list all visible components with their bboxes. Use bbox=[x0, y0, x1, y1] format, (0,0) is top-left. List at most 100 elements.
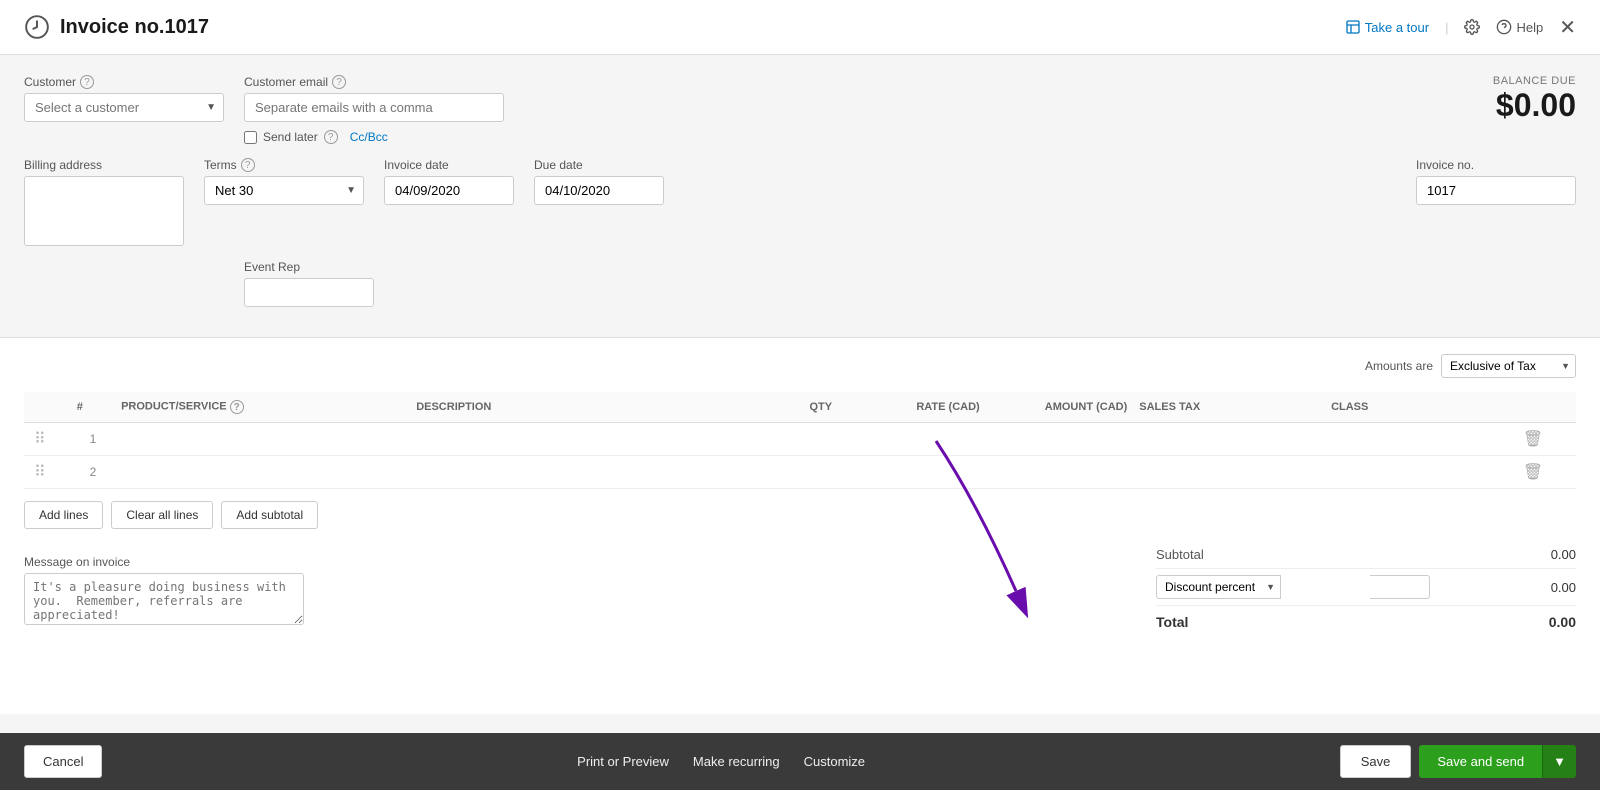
table-row: ⠿ 1 🗑 bbox=[24, 423, 1576, 456]
discount-select-wrap: Discount percent Discount value ▼ bbox=[1156, 575, 1281, 599]
amounts-select[interactable]: Exclusive of Tax Inclusive of Tax Out of… bbox=[1441, 354, 1576, 378]
customer-email-help-icon[interactable]: ? bbox=[332, 75, 346, 89]
discount-input[interactable] bbox=[1370, 575, 1430, 599]
clear-all-lines-button[interactable]: Clear all lines bbox=[111, 501, 213, 529]
amounts-row: Amounts are Exclusive of Tax Inclusive o… bbox=[24, 354, 1576, 378]
tax-input-2[interactable] bbox=[1139, 463, 1319, 481]
customer-label: Customer ? bbox=[24, 75, 224, 89]
event-rep-label: Event Rep bbox=[244, 260, 374, 274]
save-button[interactable]: Save bbox=[1340, 745, 1412, 778]
amount-input-1[interactable] bbox=[992, 430, 1128, 448]
product-input-2[interactable] bbox=[121, 463, 404, 481]
settings-button[interactable] bbox=[1464, 19, 1480, 35]
due-date-input[interactable] bbox=[534, 176, 664, 205]
footer-right: Save Save and send ▼ bbox=[1340, 745, 1576, 778]
amount-cell bbox=[986, 423, 1134, 456]
amount-input-2[interactable] bbox=[992, 463, 1128, 481]
header-right: Take a tour | Help ✕ bbox=[1345, 15, 1576, 40]
th-rate: RATE (CAD) bbox=[838, 392, 986, 423]
rate-cell bbox=[838, 423, 986, 456]
description-input-1[interactable] bbox=[416, 430, 729, 448]
invoice-table: # PRODUCT/SERVICE ? DESCRIPTION QTY RATE… bbox=[24, 392, 1576, 489]
customer-field-group: Customer ? ▼ bbox=[24, 75, 224, 122]
product-help-icon[interactable]: ? bbox=[230, 400, 244, 414]
tax-input-1[interactable] bbox=[1139, 430, 1319, 448]
message-textarea[interactable] bbox=[24, 573, 304, 625]
drag-handle-cell: ⠿ bbox=[24, 423, 71, 456]
billing-address-field-group: Billing address bbox=[24, 158, 184, 246]
table-header: # PRODUCT/SERVICE ? DESCRIPTION QTY RATE… bbox=[24, 392, 1576, 423]
cancel-button[interactable]: Cancel bbox=[24, 745, 102, 778]
total-value: 0.00 bbox=[1549, 614, 1576, 630]
footer-left: Cancel bbox=[24, 745, 102, 778]
form-row-bottom: Billing address Terms ? Net 30 Net 15 Ne… bbox=[24, 158, 1576, 246]
delete-cell: 🗑 bbox=[1517, 423, 1576, 456]
th-qty: QTY bbox=[735, 392, 838, 423]
customer-email-input[interactable] bbox=[244, 93, 504, 122]
cc-bcc-link[interactable]: Cc/Bcc bbox=[350, 130, 388, 144]
save-send-group: Save and send ▼ bbox=[1419, 745, 1576, 778]
add-subtotal-button[interactable]: Add subtotal bbox=[221, 501, 318, 529]
due-date-field-group: Due date bbox=[534, 158, 664, 205]
delete-row-icon[interactable]: 🗑 bbox=[1523, 464, 1543, 481]
class-input-2[interactable] bbox=[1331, 463, 1511, 481]
help-icon bbox=[1496, 19, 1512, 35]
drag-handle-icon[interactable]: ⠿ bbox=[30, 431, 50, 448]
invoice-no-field-group: Invoice no. bbox=[1416, 158, 1576, 205]
send-later-checkbox[interactable] bbox=[244, 131, 257, 144]
line-items-area: Amounts are Exclusive of Tax Inclusive o… bbox=[0, 338, 1600, 714]
class-cell bbox=[1325, 423, 1517, 456]
terms-help-icon[interactable]: ? bbox=[241, 158, 255, 172]
header-left: Invoice no.1017 bbox=[24, 14, 209, 40]
description-cell bbox=[410, 456, 735, 489]
description-input-2[interactable] bbox=[416, 463, 729, 481]
qty-cell bbox=[735, 456, 838, 489]
footer-center: Print or Preview Make recurring Customiz… bbox=[577, 746, 865, 777]
print-preview-button[interactable]: Print or Preview bbox=[577, 746, 669, 777]
invoice-no-input[interactable] bbox=[1416, 176, 1576, 205]
row-number: 1 bbox=[71, 423, 115, 456]
form-row-top: Customer ? ▼ Customer email ? Send later… bbox=[24, 75, 1576, 144]
save-and-send-dropdown-button[interactable]: ▼ bbox=[1542, 745, 1576, 778]
take-tour-link[interactable]: Take a tour bbox=[1345, 19, 1429, 35]
discount-type-select[interactable]: Discount percent Discount value bbox=[1156, 575, 1281, 599]
qty-input-2[interactable] bbox=[741, 463, 832, 481]
save-and-send-button[interactable]: Save and send bbox=[1419, 745, 1542, 778]
qty-input-1[interactable] bbox=[741, 430, 832, 448]
th-hash: # bbox=[71, 392, 115, 423]
event-rep-row: Event Rep bbox=[24, 260, 1576, 307]
billing-address-textarea[interactable] bbox=[24, 176, 184, 246]
send-later-help-icon[interactable]: ? bbox=[324, 130, 338, 144]
event-rep-input[interactable] bbox=[244, 278, 374, 307]
drag-handle-icon[interactable]: ⠿ bbox=[30, 464, 50, 481]
make-recurring-button[interactable]: Make recurring bbox=[693, 746, 780, 777]
add-lines-button[interactable]: Add lines bbox=[24, 501, 103, 529]
subtotal-row: Subtotal 0.00 bbox=[1156, 541, 1576, 569]
th-tax: SALES TAX bbox=[1133, 392, 1325, 423]
delete-row-icon[interactable]: 🗑 bbox=[1523, 431, 1543, 448]
form-top-section: Customer ? ▼ Customer email ? Send later… bbox=[0, 55, 1600, 338]
terms-select[interactable]: Net 30 Net 15 Net 60 Due on receipt bbox=[204, 176, 364, 205]
customize-button[interactable]: Customize bbox=[804, 746, 865, 777]
class-input-1[interactable] bbox=[1331, 430, 1511, 448]
delete-cell: 🗑 bbox=[1517, 456, 1576, 489]
due-date-label: Due date bbox=[534, 158, 664, 172]
help-button[interactable]: Help bbox=[1496, 19, 1543, 35]
close-button[interactable]: ✕ bbox=[1559, 15, 1576, 40]
subtotal-value: 0.00 bbox=[1526, 547, 1576, 562]
balance-due-amount: $0.00 bbox=[1493, 87, 1576, 124]
rate-input-1[interactable] bbox=[844, 430, 980, 448]
tour-icon bbox=[1345, 19, 1361, 35]
amounts-select-wrap: Exclusive of Tax Inclusive of Tax Out of… bbox=[1441, 354, 1576, 378]
customer-input[interactable] bbox=[24, 93, 224, 122]
discount-row: Discount percent Discount value ▼ 0.00 bbox=[1156, 569, 1576, 606]
balance-due-block: BALANCE DUE $0.00 bbox=[1493, 75, 1576, 124]
drag-handle-cell: ⠿ bbox=[24, 456, 71, 489]
invoice-date-input[interactable] bbox=[384, 176, 514, 205]
rate-input-2[interactable] bbox=[844, 463, 980, 481]
terms-select-wrap: Net 30 Net 15 Net 60 Due on receipt ▼ bbox=[204, 176, 364, 205]
product-input-1[interactable] bbox=[121, 430, 404, 448]
page-title: Invoice no.1017 bbox=[60, 16, 209, 39]
th-description: DESCRIPTION bbox=[410, 392, 735, 423]
customer-help-icon[interactable]: ? bbox=[80, 75, 94, 89]
